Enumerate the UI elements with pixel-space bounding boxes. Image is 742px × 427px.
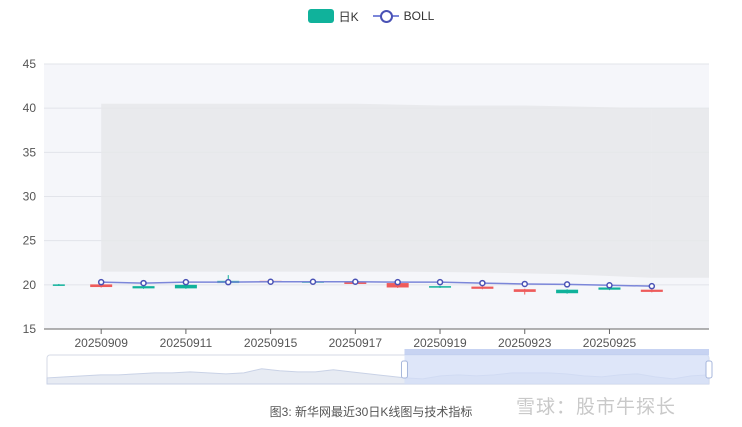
x-tick-label: 20250917	[329, 336, 383, 350]
y-tick-label: 40	[23, 101, 37, 115]
slider-handle-right[interactable]	[705, 360, 713, 379]
boll-point	[182, 278, 190, 286]
y-tick-label: 30	[23, 190, 37, 204]
boll-point	[352, 278, 359, 285]
boll-point	[606, 282, 613, 289]
candle-body	[640, 289, 663, 292]
candle-body	[429, 286, 452, 288]
y-tick-label: 35	[23, 145, 37, 159]
x-tick-label: 20250909	[74, 336, 128, 350]
y-axis: 15 20 25 30 35 40 45	[23, 57, 37, 336]
boll-point	[436, 278, 444, 286]
boll-band-area	[101, 103, 652, 278]
boll-point	[479, 279, 486, 287]
y-tick-label: 25	[23, 234, 37, 248]
datazoom-slider[interactable]	[46, 349, 713, 385]
watermark: 雪球：股市牛探长	[516, 396, 677, 418]
y-tick-label: 20	[23, 278, 37, 292]
candle-body	[471, 286, 494, 289]
candle-body	[556, 289, 579, 294]
candle-body	[513, 289, 536, 292]
x-tick-label: 20250923	[498, 336, 552, 350]
slider-move-bar	[404, 349, 709, 355]
y-tick-label: 15	[23, 322, 37, 336]
x-tick-label: 20250925	[583, 336, 637, 350]
boll-point	[267, 278, 274, 285]
boll-point	[563, 281, 571, 288]
slider-handle-left[interactable]	[400, 360, 408, 379]
boll-point	[309, 278, 317, 285]
boll-point	[140, 279, 147, 287]
x-axis: 20250909 20250911 20250915 20250917 20250919…	[44, 328, 709, 350]
slider-selection	[404, 355, 709, 384]
x-tick-label: 20250915	[244, 336, 298, 350]
boll-band-tail	[651, 108, 709, 278]
candle-body	[132, 286, 155, 289]
candlestick-chart: 15202530354045 20250909 20250911 20250915 2…	[23, 57, 713, 385]
boll-point	[225, 278, 232, 286]
boll-band	[101, 103, 709, 278]
boll-point	[97, 278, 105, 286]
boll-point	[394, 278, 401, 286]
boll-point	[521, 280, 528, 288]
candle-body	[52, 284, 65, 286]
x-tick-label: 20250911	[160, 336, 213, 350]
x-tick-label: 20250919	[413, 336, 467, 350]
y-tick-label: 45	[23, 57, 37, 71]
boll-point	[648, 282, 656, 290]
